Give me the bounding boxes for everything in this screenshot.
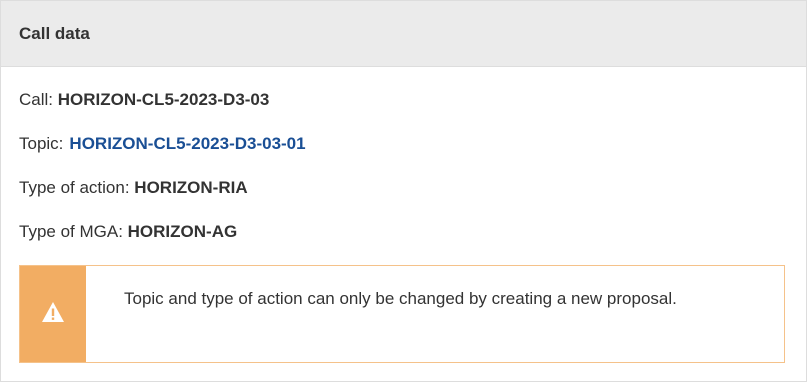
call-row: Call: HORIZON-CL5-2023-D3-03 <box>19 89 788 111</box>
alert-message: Topic and type of action can only be cha… <box>124 289 677 308</box>
topic-label: Topic: <box>19 134 64 153</box>
panel-body: Call: HORIZON-CL5-2023-D3-03 Topic: HORIZ… <box>1 67 806 243</box>
warning-alert: Topic and type of action can only be cha… <box>19 265 785 363</box>
warning-icon <box>41 301 65 328</box>
type-of-mga-label: Type of MGA: <box>19 222 128 241</box>
panel-header: Call data <box>1 1 806 67</box>
type-of-action-value: HORIZON-RIA <box>134 178 248 197</box>
type-of-action-label: Type of action: <box>19 178 135 197</box>
call-data-panel: Call data Call: HORIZON-CL5-2023-D3-03 T… <box>0 0 807 382</box>
type-of-action-row: Type of action: HORIZON-RIA <box>19 177 788 199</box>
type-of-mga-value: HORIZON-AG <box>127 222 238 241</box>
type-of-mga-row: Type of MGA: HORIZON-AG <box>19 221 788 243</box>
topic-row: Topic: HORIZON-CL5-2023-D3-03-01 <box>19 133 788 155</box>
call-label: Call: <box>19 90 58 109</box>
topic-link[interactable]: HORIZON-CL5-2023-D3-03-01 <box>69 134 305 153</box>
call-value: HORIZON-CL5-2023-D3-03 <box>57 90 270 109</box>
alert-icon-box <box>20 266 86 362</box>
panel-title: Call data <box>19 23 90 43</box>
